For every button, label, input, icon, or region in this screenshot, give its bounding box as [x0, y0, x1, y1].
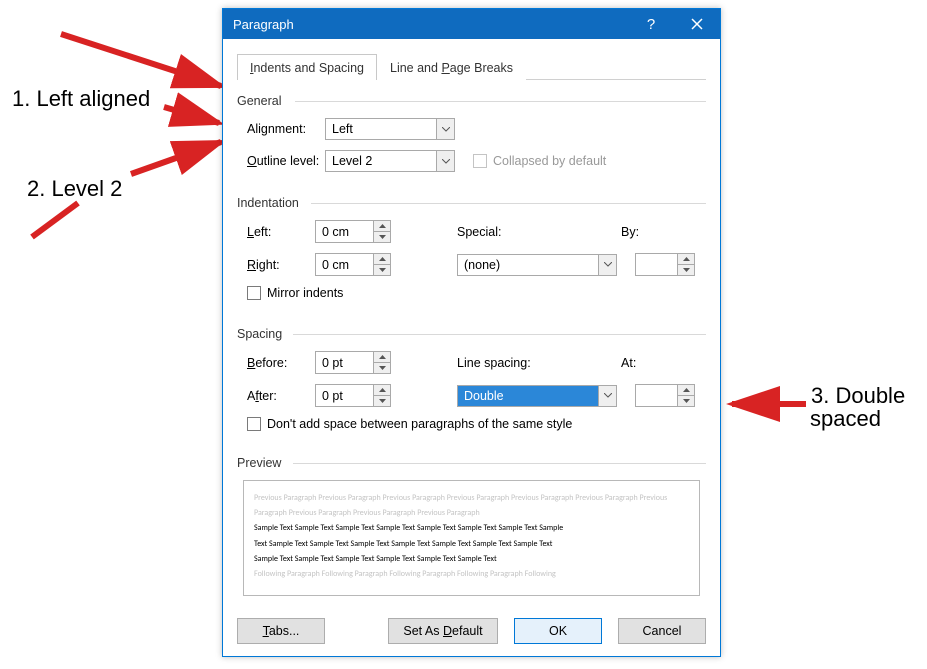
checkbox-box [473, 154, 487, 168]
legend-indent: Indentation [237, 196, 706, 210]
checkbox-box[interactable] [247, 417, 261, 431]
legend-general: General [237, 94, 706, 108]
checkbox-box[interactable] [247, 286, 261, 300]
spin-up-icon[interactable] [374, 352, 390, 363]
arrow-2b [28, 203, 84, 248]
close-icon [691, 18, 703, 30]
preview-ghost-after: Following Paragraph Following Paragraph … [254, 567, 689, 582]
spin-down-icon[interactable] [374, 265, 390, 275]
titlebar: Paragraph ? [223, 9, 720, 39]
mirror-indents-checkbox[interactable]: Mirror indents [237, 286, 343, 300]
paragraph-dialog: Paragraph ? Indents and Spacing Line and… [222, 8, 721, 657]
line-spacing-select[interactable]: Double [457, 385, 617, 407]
preview-sample-3: Sample Text Sample Text Sample Text Samp… [254, 552, 689, 567]
group-indentation: Indentation Left: 0 cm Special: By: Righ… [237, 196, 706, 303]
preview-sample-2: Text Sample Text Sample Text Sample Text… [254, 537, 689, 552]
dialog-title: Paragraph [233, 17, 628, 32]
tab-bar: Indents and Spacing Line and Page Breaks [237, 53, 706, 80]
spin-up-icon[interactable] [374, 254, 390, 265]
tab-indents-spacing[interactable]: Indents and Spacing [237, 54, 377, 80]
group-spacing: Spacing Before: 0 pt Line spacing: At: A… [237, 327, 706, 434]
outline-select[interactable]: Level 2 [325, 150, 455, 172]
alignment-label: Alignment: [237, 122, 325, 136]
indent-left-spinner[interactable]: 0 cm [315, 220, 391, 243]
annotation-3-line2: spaced [810, 406, 881, 432]
no-space-label: Don't add space between paragraphs of th… [267, 417, 572, 431]
spin-down-icon[interactable] [678, 265, 694, 275]
close-button[interactable] [674, 9, 720, 39]
chevron-down-icon[interactable] [598, 386, 616, 406]
no-space-checkbox[interactable]: Don't add space between paragraphs of th… [237, 417, 572, 431]
after-label: After: [237, 389, 315, 403]
legend-preview: Preview [237, 456, 706, 470]
special-select[interactable]: (none) [457, 254, 617, 276]
line-spacing-value: Double [458, 386, 598, 406]
spin-down-icon[interactable] [374, 232, 390, 242]
indent-left-label: Left: [237, 225, 315, 239]
group-preview: Preview Previous Paragraph Previous Para… [237, 456, 706, 596]
collapsed-checkbox: Collapsed by default [473, 154, 606, 168]
outline-label: Outline level: [237, 154, 325, 168]
preview-box: Previous Paragraph Previous Paragraph Pr… [243, 480, 700, 596]
collapsed-label: Collapsed by default [493, 154, 606, 168]
arrow-1b [164, 107, 226, 134]
group-general: General Alignment: Left Outline level: L… [237, 94, 706, 172]
indent-right-value: 0 cm [316, 254, 373, 275]
preview-sample-1: Sample Text Sample Text Sample Text Samp… [254, 521, 689, 536]
chevron-down-icon[interactable] [436, 119, 454, 139]
after-value: 0 pt [316, 385, 373, 406]
alignment-value: Left [326, 119, 436, 139]
arrow-3 [728, 398, 810, 417]
outline-value: Level 2 [326, 151, 436, 171]
button-bar: Tabs... Set As Default OK Cancel [223, 608, 720, 658]
indent-right-label: Right: [237, 258, 315, 272]
annotation-2: 2. Level 2 [27, 176, 122, 202]
question-icon: ? [647, 16, 655, 33]
at-label: At: [621, 356, 681, 370]
mirror-label: Mirror indents [267, 286, 343, 300]
tab-line-page-breaks[interactable]: Line and Page Breaks [377, 54, 526, 80]
by-spinner[interactable] [635, 253, 695, 276]
spin-up-icon[interactable] [374, 221, 390, 232]
alignment-select[interactable]: Left [325, 118, 455, 140]
special-label: Special: [457, 225, 569, 239]
ok-button[interactable]: OK [514, 618, 602, 644]
before-spinner[interactable]: 0 pt [315, 351, 391, 374]
chevron-down-icon[interactable] [598, 255, 616, 275]
at-value [636, 385, 677, 406]
indent-left-value: 0 cm [316, 221, 373, 242]
arrow-1a [61, 34, 227, 97]
indent-right-spinner[interactable]: 0 cm [315, 253, 391, 276]
after-spinner[interactable]: 0 pt [315, 384, 391, 407]
preview-ghost-before: Previous Paragraph Previous Paragraph Pr… [254, 491, 689, 521]
at-spinner[interactable] [635, 384, 695, 407]
help-button[interactable]: ? [628, 9, 674, 39]
chevron-down-icon[interactable] [436, 151, 454, 171]
spin-up-icon[interactable] [678, 254, 694, 265]
cancel-button[interactable]: Cancel [618, 618, 706, 644]
tabs-button[interactable]: Tabs... [237, 618, 325, 644]
spin-up-icon[interactable] [374, 385, 390, 396]
before-value: 0 pt [316, 352, 373, 373]
by-label: By: [621, 225, 681, 239]
line-spacing-label: Line spacing: [457, 356, 569, 370]
spin-down-icon[interactable] [678, 396, 694, 406]
special-value: (none) [458, 255, 598, 275]
arrow-2 [131, 138, 227, 183]
spin-down-icon[interactable] [374, 363, 390, 373]
set-default-button[interactable]: Set As Default [388, 618, 498, 644]
by-value [636, 254, 677, 275]
before-label: Before: [237, 356, 315, 370]
spin-down-icon[interactable] [374, 396, 390, 406]
legend-spacing: Spacing [237, 327, 706, 341]
spin-up-icon[interactable] [678, 385, 694, 396]
